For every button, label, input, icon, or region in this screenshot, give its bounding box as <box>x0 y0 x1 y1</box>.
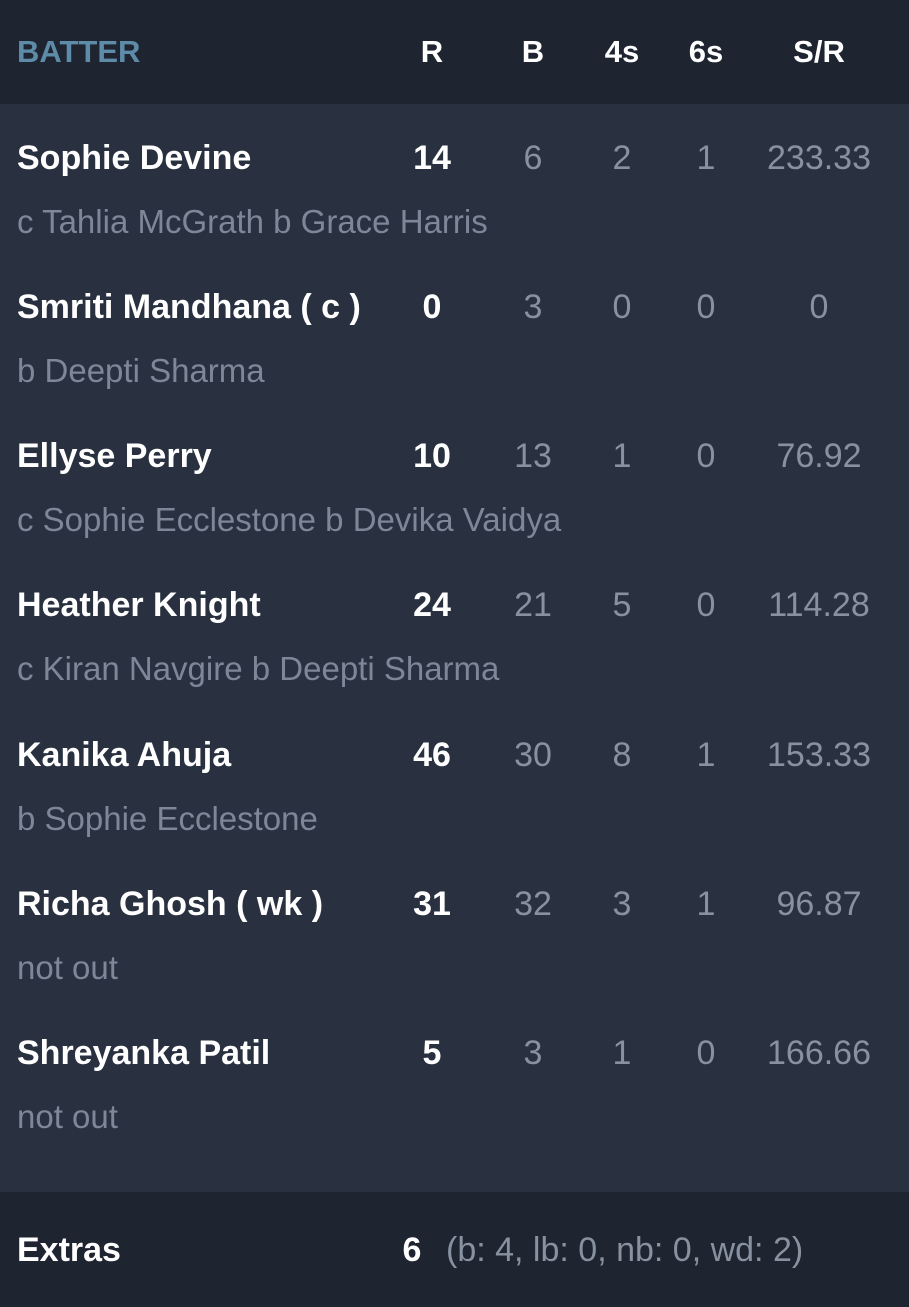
batter-dismissal: not out <box>17 949 118 986</box>
batter-runs: 0 <box>422 288 442 326</box>
batter-name[interactable]: Shreyanka Patil <box>17 1031 270 1075</box>
batter-strike-rate: 166.66 <box>767 1034 871 1072</box>
batter-sixes: 1 <box>696 139 716 177</box>
batter-row[interactable]: Richa Ghosh ( wk ) 31 32 3 1 96.87 not o… <box>0 850 909 999</box>
batter-row[interactable]: Shreyanka Patil 5 3 1 0 166.66 not out <box>0 999 909 1148</box>
batter-runs: 10 <box>413 437 451 475</box>
extras-breakdown: (b: 4, lb: 0, nb: 0, wd: 2) <box>446 1231 804 1269</box>
strike-rate-column-header: S/R <box>793 34 845 69</box>
batter-sixes: 0 <box>696 437 716 475</box>
batter-dismissal: c Tahlia McGrath b Grace Harris <box>17 203 488 240</box>
runs-column-header: R <box>420 34 444 69</box>
batter-runs: 24 <box>413 586 451 624</box>
batter-fours: 5 <box>612 586 632 624</box>
batter-sixes: 0 <box>696 586 716 624</box>
batter-dismissal: not out <box>17 1098 118 1135</box>
batter-balls: 32 <box>514 885 552 923</box>
batter-strike-rate: 233.33 <box>767 139 871 177</box>
batter-name[interactable]: Richa Ghosh ( wk ) <box>17 882 323 926</box>
batter-row[interactable]: Kanika Ahuja 46 30 8 1 153.33 b Sophie E… <box>0 701 909 850</box>
batter-row[interactable]: Smriti Mandhana ( c ) 0 3 0 0 0 b Deepti… <box>0 253 909 402</box>
batter-runs: 31 <box>413 885 451 923</box>
batter-fours: 1 <box>612 437 632 475</box>
extras-label: Extras <box>17 1231 121 1269</box>
batter-name[interactable]: Kanika Ahuja <box>17 733 231 777</box>
batter-name[interactable]: Smriti Mandhana ( c ) <box>17 285 361 329</box>
batter-sixes: 1 <box>696 885 716 923</box>
batter-strike-rate: 76.92 <box>776 437 862 475</box>
batting-list: Sophie Devine 14 6 2 1 233.33 c Tahlia M… <box>0 104 909 1192</box>
batter-runs: 46 <box>413 736 451 774</box>
batter-name[interactable]: Ellyse Perry <box>17 434 212 478</box>
batter-runs: 14 <box>413 139 451 177</box>
batter-fours: 2 <box>612 139 632 177</box>
batter-row[interactable]: Ellyse Perry 10 13 1 0 76.92 c Sophie Ec… <box>0 402 909 551</box>
batter-row[interactable]: Sophie Devine 14 6 2 1 233.33 c Tahlia M… <box>0 104 909 253</box>
batter-dismissal: b Deepti Sharma <box>17 352 265 389</box>
extras-row: Extras 6 (b: 4, lb: 0, nb: 0, wd: 2) <box>0 1192 909 1307</box>
batter-balls: 6 <box>523 139 543 177</box>
batter-strike-rate: 114.28 <box>768 586 870 624</box>
batter-balls: 13 <box>514 437 552 475</box>
sixes-column-header: 6s <box>688 34 724 69</box>
fours-column-header: 4s <box>604 34 640 69</box>
batter-name[interactable]: Sophie Devine <box>17 136 251 180</box>
batter-sixes: 1 <box>696 736 716 774</box>
batter-fours: 1 <box>612 1034 632 1072</box>
batter-fours: 3 <box>612 885 632 923</box>
batter-fours: 8 <box>612 736 632 774</box>
batter-balls: 3 <box>523 1034 543 1072</box>
batter-balls: 21 <box>514 586 552 624</box>
batter-balls: 30 <box>514 736 552 774</box>
batter-row[interactable]: Heather Knight 24 21 5 0 114.28 c Kiran … <box>0 551 909 700</box>
batter-balls: 3 <box>523 288 543 326</box>
batter-sixes: 0 <box>696 1034 716 1072</box>
batter-runs: 5 <box>422 1034 442 1072</box>
batter-dismissal: b Sophie Ecclestone <box>17 800 318 837</box>
batter-dismissal: c Sophie Ecclestone b Devika Vaidya <box>17 501 562 538</box>
scorecard-header: BATTER R B 4s 6s S/R <box>0 0 909 104</box>
batter-name[interactable]: Heather Knight <box>17 583 261 627</box>
batter-strike-rate: 0 <box>809 288 829 326</box>
batter-fours: 0 <box>612 288 632 326</box>
batter-strike-rate: 96.87 <box>776 885 862 923</box>
batter-sixes: 0 <box>696 288 716 326</box>
batter-strike-rate: 153.33 <box>767 736 871 774</box>
batter-dismissal: c Kiran Navgire b Deepti Sharma <box>17 650 500 687</box>
batter-column-header[interactable]: BATTER <box>17 30 140 74</box>
extras-total: 6 <box>402 1231 422 1269</box>
balls-column-header: B <box>521 34 545 69</box>
